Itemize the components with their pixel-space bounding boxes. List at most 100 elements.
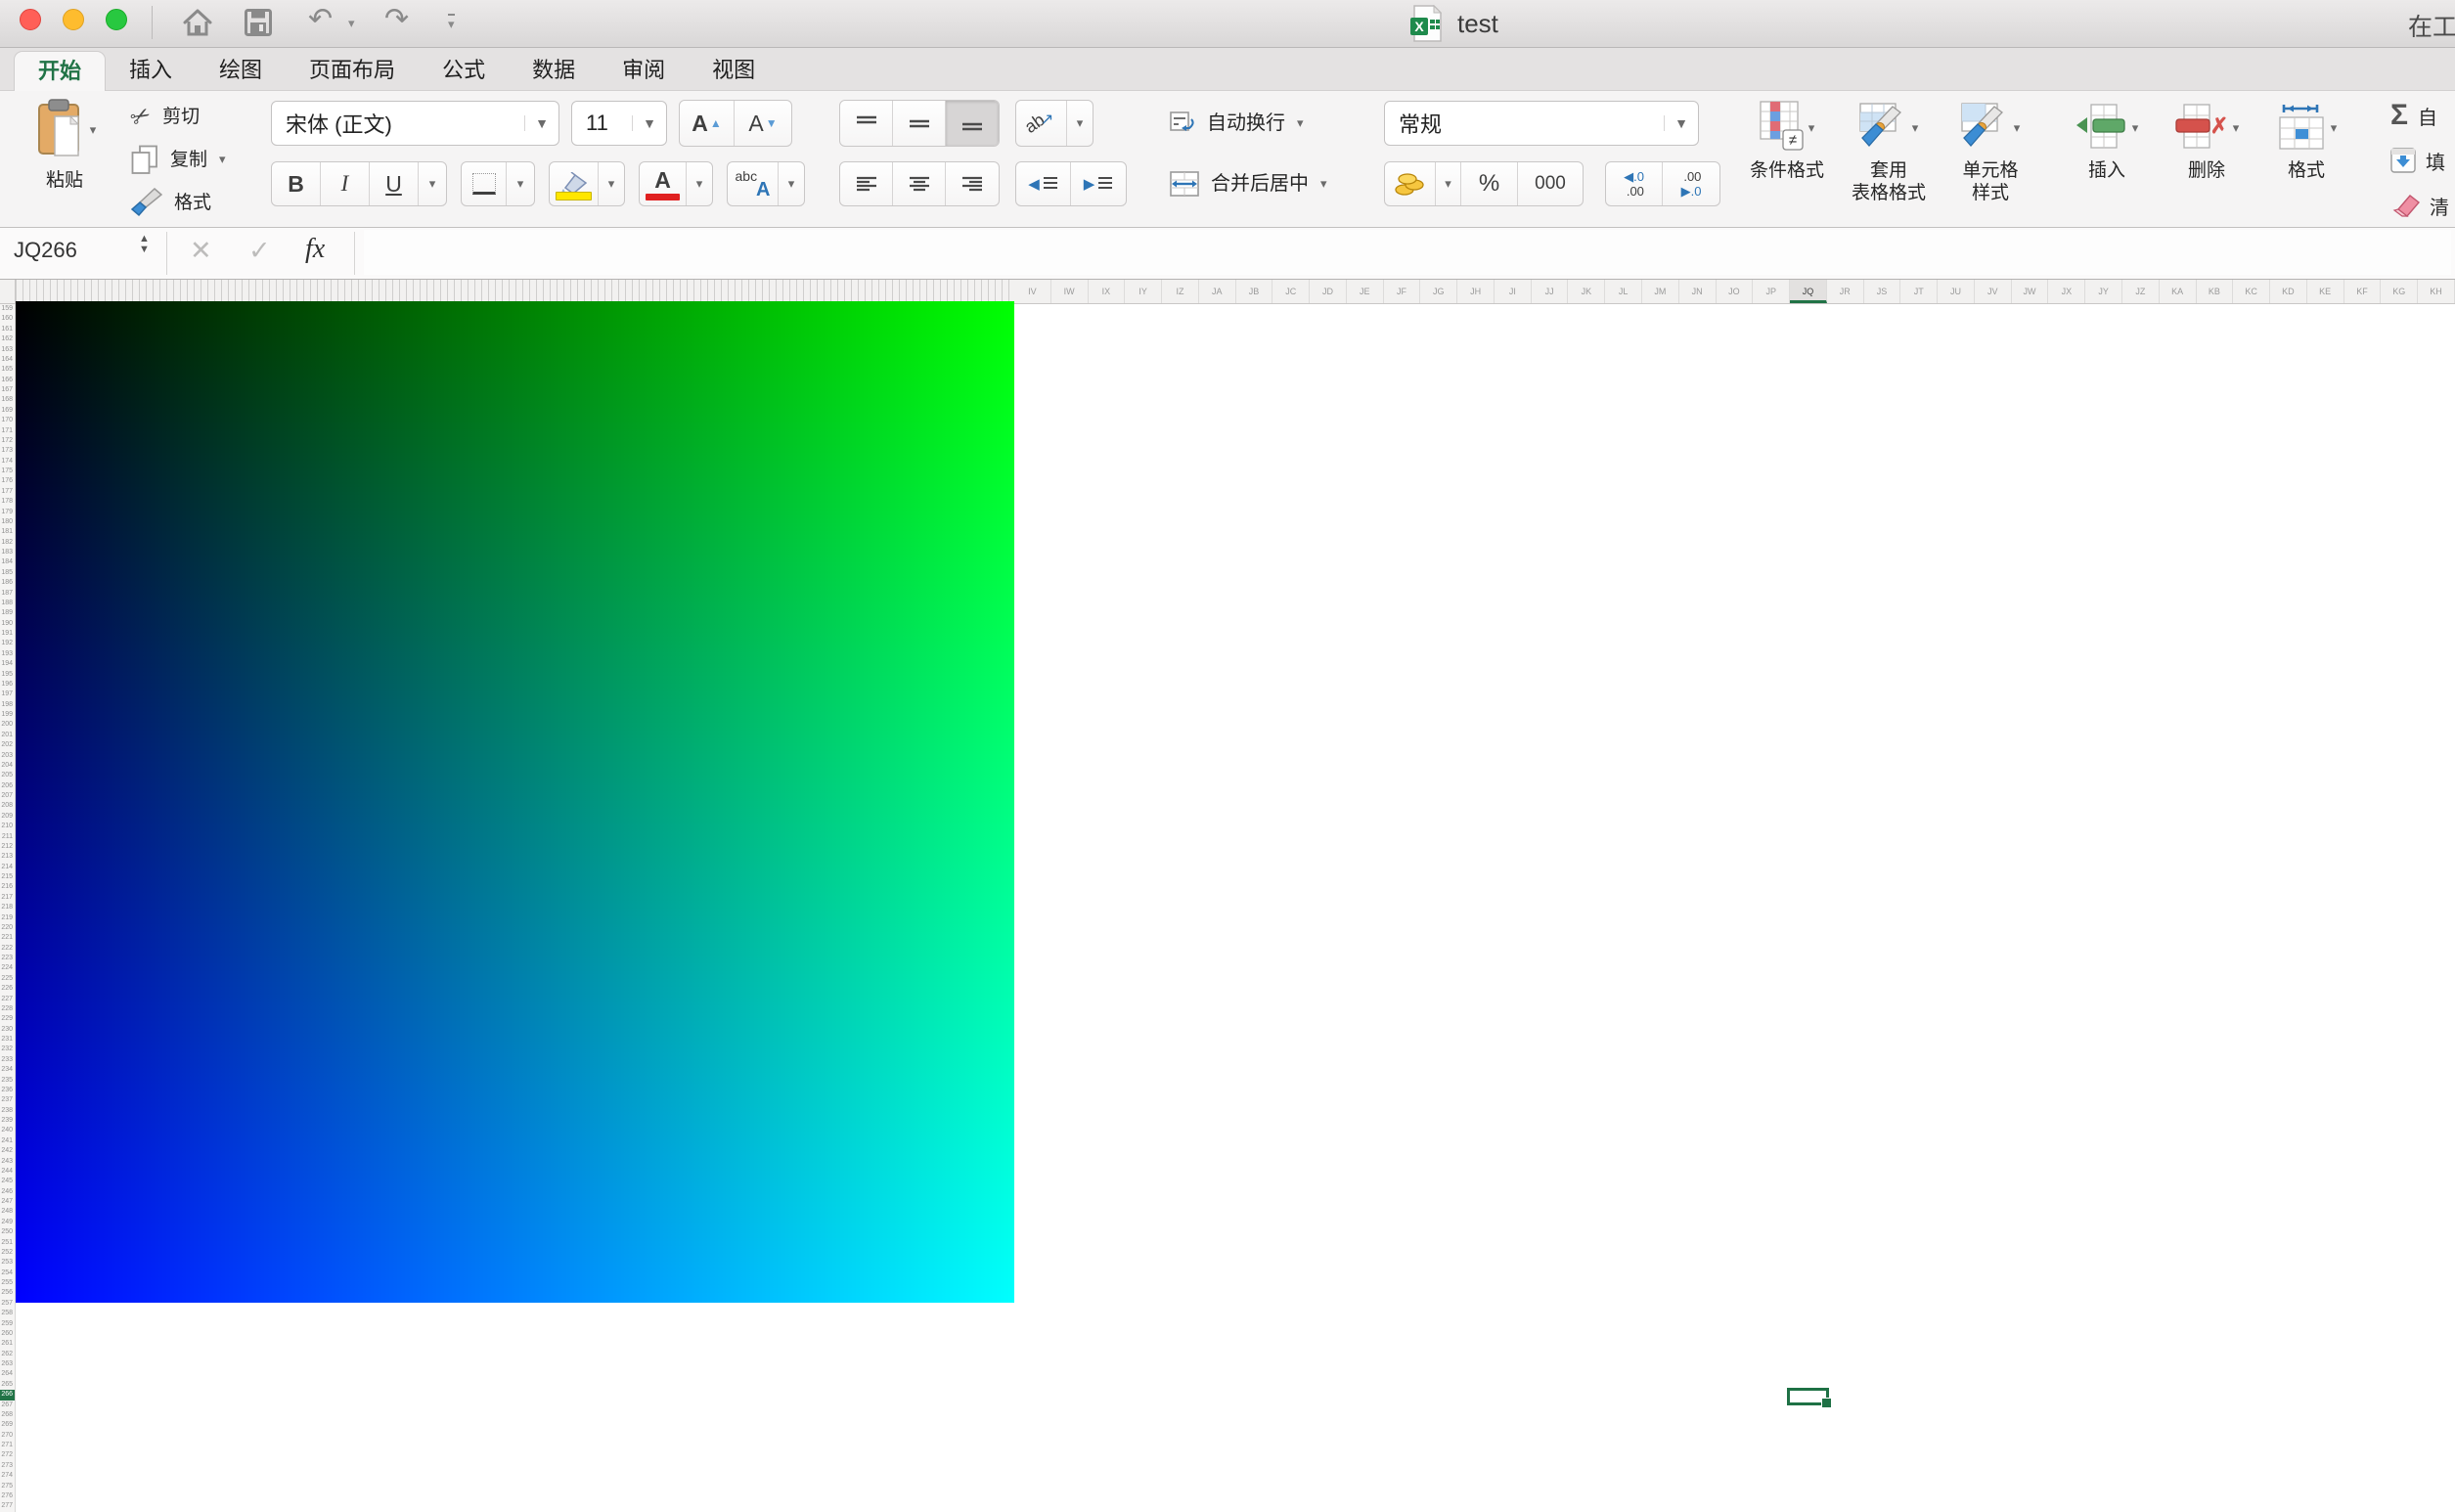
row-header-220[interactable]: 220 [0, 923, 15, 933]
row-header-212[interactable]: 212 [0, 842, 15, 852]
row-header-163[interactable]: 163 [0, 345, 15, 355]
column-header-jm[interactable]: JM [1642, 280, 1679, 303]
row-header-172[interactable]: 172 [0, 436, 15, 446]
column-header-kd[interactable]: KD [2270, 280, 2307, 303]
column-header-jv[interactable]: JV [1975, 280, 2012, 303]
row-header-177[interactable]: 177 [0, 487, 15, 497]
toolbar-overflow-icon[interactable]: ▾ [448, 14, 455, 32]
bold-button[interactable]: B [272, 162, 321, 205]
column-header-ju[interactable]: JU [1938, 280, 1975, 303]
row-header-208[interactable]: 208 [0, 801, 15, 811]
tab-home[interactable]: 开始 [14, 51, 106, 91]
formula-input[interactable] [364, 230, 2451, 275]
column-header-jf[interactable]: JF [1384, 280, 1421, 303]
row-header-238[interactable]: 238 [0, 1106, 15, 1116]
row-header-204[interactable]: 204 [0, 761, 15, 771]
orientation-button[interactable]: ab↗ [1016, 101, 1067, 146]
row-header-271[interactable]: 271 [0, 1441, 15, 1450]
copy-dropdown-icon[interactable]: ▾ [219, 152, 226, 167]
row-header-261[interactable]: 261 [0, 1339, 15, 1349]
row-header-244[interactable]: 244 [0, 1167, 15, 1177]
row-header-228[interactable]: 228 [0, 1004, 15, 1014]
row-header-184[interactable]: 184 [0, 557, 15, 567]
row-header-185[interactable]: 185 [0, 568, 15, 578]
row-header-222[interactable]: 222 [0, 944, 15, 954]
column-header-jx[interactable]: JX [2048, 280, 2085, 303]
row-header-170[interactable]: 170 [0, 416, 15, 425]
row-header-186[interactable]: 186 [0, 578, 15, 588]
row-header-197[interactable]: 197 [0, 689, 15, 699]
row-header-269[interactable]: 269 [0, 1420, 15, 1430]
row-header-196[interactable]: 196 [0, 680, 15, 689]
row-header-252[interactable]: 252 [0, 1248, 15, 1258]
insert-cells-button[interactable]: ▾ 插入 [2062, 97, 2152, 182]
column-header-jw[interactable]: JW [2012, 280, 2049, 303]
row-header-257[interactable]: 257 [0, 1299, 15, 1309]
column-header-iv[interactable]: IV [1014, 280, 1051, 303]
column-header-ix[interactable]: IX [1089, 280, 1126, 303]
row-header-256[interactable]: 256 [0, 1288, 15, 1298]
row-header-166[interactable]: 166 [0, 376, 15, 385]
phonetic-dropdown-icon[interactable]: ▾ [779, 162, 804, 205]
row-header-189[interactable]: 189 [0, 608, 15, 618]
decrease-indent-button[interactable]: ◀ [1016, 162, 1071, 205]
tab-data[interactable]: 数据 [509, 51, 599, 90]
row-header-232[interactable]: 232 [0, 1045, 15, 1054]
row-header-277[interactable]: 277 [0, 1501, 15, 1511]
active-cell-selection[interactable] [1787, 1388, 1829, 1404]
row-header-251[interactable]: 251 [0, 1238, 15, 1248]
underline-button[interactable]: U [370, 162, 419, 205]
column-header-kh[interactable]: KH [2418, 280, 2455, 303]
decrease-decimal-button[interactable]: .00▶.0 [1663, 162, 1719, 205]
row-header-169[interactable]: 169 [0, 406, 15, 416]
align-right-button[interactable] [946, 162, 999, 205]
borders-dropdown-icon[interactable]: ▾ [507, 162, 534, 205]
shrink-font-button[interactable]: A▼ [735, 101, 791, 146]
row-header-236[interactable]: 236 [0, 1086, 15, 1095]
cell-styles-button[interactable]: ▾ 单元格样式 [1942, 97, 2039, 204]
format-painter-button[interactable]: 格式 [131, 181, 226, 224]
row-header-165[interactable]: 165 [0, 365, 15, 375]
row-header-270[interactable]: 270 [0, 1431, 15, 1441]
row-header-242[interactable]: 242 [0, 1146, 15, 1156]
row-header-245[interactable]: 245 [0, 1177, 15, 1186]
font-size-dropdown-icon[interactable]: ▼ [632, 115, 666, 131]
row-header-205[interactable]: 205 [0, 771, 15, 780]
row-header-194[interactable]: 194 [0, 659, 15, 669]
row-header-176[interactable]: 176 [0, 476, 15, 486]
font-color-button[interactable]: A [640, 162, 687, 205]
row-header-217[interactable]: 217 [0, 893, 15, 903]
column-header-ka[interactable]: KA [2160, 280, 2197, 303]
fill-color-button[interactable] [550, 162, 599, 205]
fill-handle[interactable] [1821, 1398, 1832, 1408]
row-header-179[interactable]: 179 [0, 508, 15, 517]
grow-font-button[interactable]: A▲ [680, 101, 735, 146]
column-header-jz[interactable]: JZ [2122, 280, 2160, 303]
row-header-260[interactable]: 260 [0, 1329, 15, 1339]
row-header-162[interactable]: 162 [0, 334, 15, 344]
column-header-jh[interactable]: JH [1457, 280, 1495, 303]
row-header-233[interactable]: 233 [0, 1055, 15, 1065]
home-icon[interactable] [182, 8, 213, 37]
row-header-250[interactable]: 250 [0, 1227, 15, 1237]
currency-dropdown-icon[interactable]: ▾ [1436, 162, 1461, 205]
row-header-201[interactable]: 201 [0, 731, 15, 740]
merge-center-dropdown-icon[interactable]: ▾ [1320, 176, 1327, 192]
row-header-253[interactable]: 253 [0, 1258, 15, 1267]
tab-formulas[interactable]: 公式 [419, 51, 509, 90]
row-header-226[interactable]: 226 [0, 984, 15, 994]
select-all-corner[interactable] [0, 280, 16, 304]
enter-icon[interactable]: ✓ [248, 236, 271, 266]
font-color-dropdown-icon[interactable]: ▾ [687, 162, 712, 205]
save-icon[interactable] [245, 9, 272, 36]
row-header-264[interactable]: 264 [0, 1369, 15, 1379]
zoom-button[interactable] [106, 9, 127, 30]
orientation-dropdown-icon[interactable]: ▾ [1067, 101, 1093, 146]
row-header-240[interactable]: 240 [0, 1126, 15, 1135]
row-header-178[interactable]: 178 [0, 497, 15, 507]
row-header-267[interactable]: 267 [0, 1401, 15, 1410]
column-header-kc[interactable]: KC [2233, 280, 2270, 303]
column-header-jb[interactable]: JB [1236, 280, 1273, 303]
row-header-200[interactable]: 200 [0, 720, 15, 730]
row-header-263[interactable]: 263 [0, 1359, 15, 1369]
